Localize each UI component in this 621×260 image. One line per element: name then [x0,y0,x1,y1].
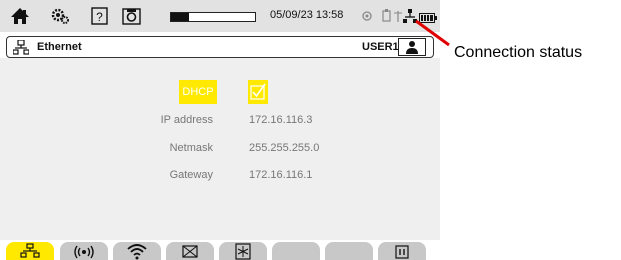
user-icon [406,40,418,59]
tab-wireless[interactable] [60,242,108,260]
server-icon [235,243,251,260]
wireless-broadcast-icon [74,245,94,259]
tab-ethernet[interactable] [6,242,54,260]
ip-address-label: IP address [160,114,213,126]
tab-wifi[interactable] [113,242,161,260]
dhcp-label: DHCP [179,80,217,104]
checkmark-icon [250,83,266,100]
tab-empty-2[interactable] [325,242,373,260]
home-icon[interactable] [10,7,30,25]
status-bar: ? 05/09/23 13:58 [0,0,440,32]
mail-icon [182,245,198,258]
user-button[interactable] [398,38,426,56]
sync-icon [360,9,380,27]
tab-mail[interactable] [166,242,214,260]
dhcp-checkbox[interactable] [248,80,268,104]
camera-icon[interactable] [122,7,142,25]
svg-text:?: ? [96,10,103,24]
netmask-value[interactable]: 255.255.255.0 [249,142,319,154]
gateway-label: Gateway [169,169,213,181]
settings-gears-icon[interactable] [50,7,70,25]
device-screen: ? 05/09/23 13:58 Ethernet USER1 DHCP IP … [0,0,440,260]
wifi-icon [127,244,147,260]
page-title: Ethernet [37,41,82,53]
sd-card-icon [395,245,409,259]
ethernet-icon [12,39,30,60]
progress-fill [171,13,190,21]
settings-panel: DHCP IP address 172.16.116.3 Netmask 255… [0,58,440,240]
netmask-label: Netmask [169,142,213,154]
title-bar: Ethernet USER1 [6,36,434,58]
date-time: 05/09/23 13:58 [270,9,344,21]
gateway-value[interactable]: 172.16.116.1 [249,169,312,181]
battery-icon [419,10,439,28]
tab-server[interactable] [219,242,267,260]
tab-bar [0,240,440,260]
user-label: USER1 [362,41,399,53]
annotation-label: Connection status [454,44,583,61]
ip-address-value[interactable]: 172.16.116.3 [249,114,312,126]
progress-bar [170,12,256,22]
help-icon[interactable]: ? [90,7,110,25]
tab-sd-card[interactable] [378,242,426,260]
tab-empty-1[interactable] [272,242,320,260]
ethernet-icon [20,243,40,258]
